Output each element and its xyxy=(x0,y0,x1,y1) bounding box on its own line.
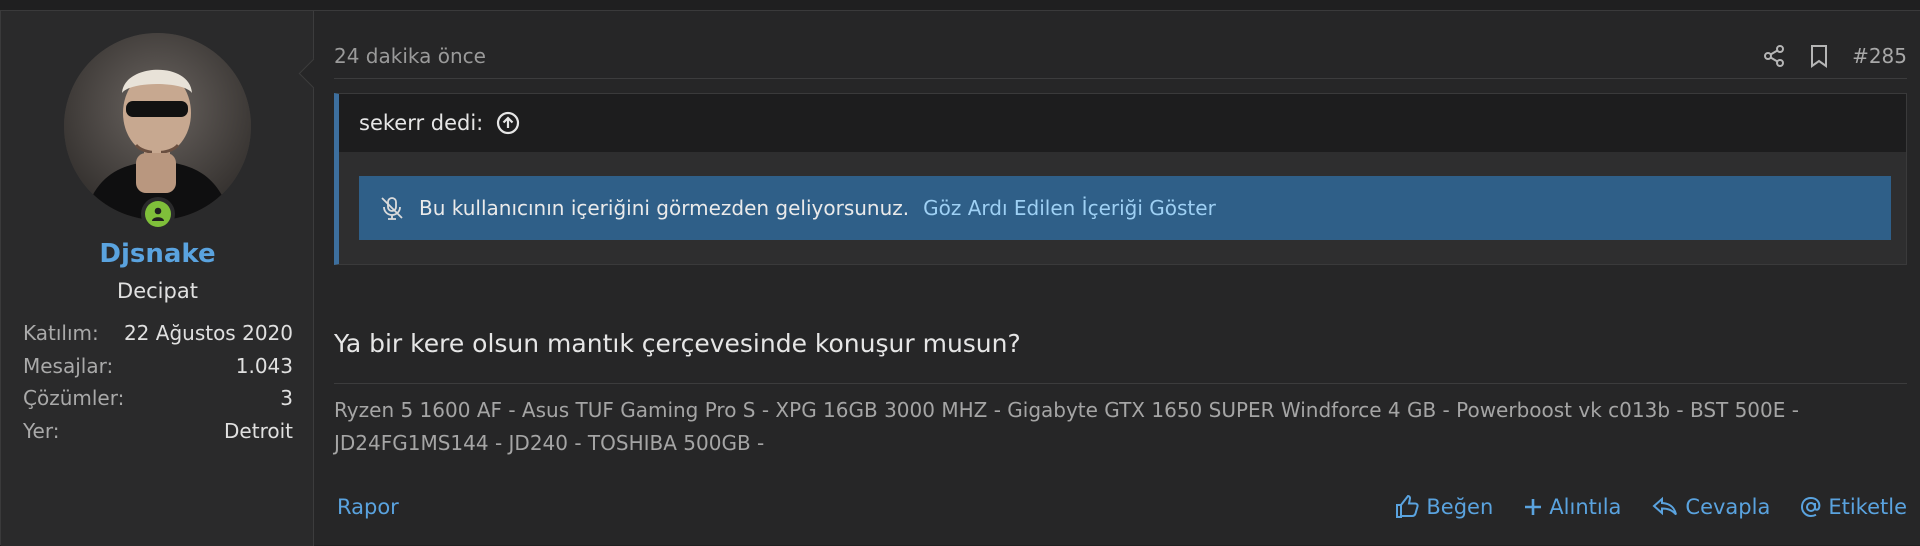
post-main: 24 dakika önce #285 sekerr dedi: Bu kull… xyxy=(334,11,1907,546)
like-label: Beğen xyxy=(1426,495,1494,519)
quote-block: sekerr dedi: Bu kullanıcının içeriğini g… xyxy=(334,93,1907,265)
stat-value: Detroit xyxy=(224,418,293,443)
ignored-content-notice: Bu kullanıcının içeriğini görmezden geli… xyxy=(359,176,1891,240)
stat-value: 22 Ağustos 2020 xyxy=(123,321,293,345)
show-ignored-link[interactable]: Göz Ardı Edilen İçeriği Göster xyxy=(923,196,1216,220)
online-indicator xyxy=(141,197,175,231)
tag-label: Etiketle xyxy=(1828,495,1907,519)
arrow-up-circle-icon[interactable] xyxy=(495,110,521,136)
ignored-text: Bu kullanıcının içeriğini görmezden geli… xyxy=(419,196,910,220)
stat-location: Yer: Detroit xyxy=(23,415,293,448)
quote-label: Alıntıla xyxy=(1549,495,1622,519)
reply-button[interactable]: Cevapla xyxy=(1651,494,1770,520)
stat-label: Yer: xyxy=(23,418,60,443)
quote-author[interactable]: sekerr dedi: xyxy=(359,111,483,135)
stat-label: Çözümler: xyxy=(23,386,125,410)
signature-line: Ryzen 5 1600 AF - Asus TUF Gaming Pro S … xyxy=(334,398,1799,422)
user-panel: Djsnake Decipat Katılım: 22 Ağustos 2020… xyxy=(1,11,314,546)
tag-button[interactable]: Etiketle xyxy=(1800,495,1907,519)
quote-header: sekerr dedi: xyxy=(339,94,1906,152)
muted-microphone-icon xyxy=(379,195,405,221)
message-post: Djsnake Decipat Katılım: 22 Ağustos 2020… xyxy=(0,10,1920,546)
stat-value: 1.043 xyxy=(235,353,293,378)
plus-icon xyxy=(1525,499,1542,515)
reply-icon xyxy=(1652,496,1678,516)
user-stats: Katılım: 22 Ağustos 2020 Mesajlar: 1.043… xyxy=(23,317,293,447)
stat-value: 3 xyxy=(280,386,293,410)
stat-messages: Mesajlar: 1.043 xyxy=(23,350,293,383)
signature-line: JD24FG1MS144 - JD240 - TOSHIBA 500GB - xyxy=(334,431,765,455)
share-icon[interactable] xyxy=(1762,44,1786,68)
stat-solutions: Çözümler: 3 xyxy=(23,382,293,415)
reply-label: Cevapla xyxy=(1685,495,1771,519)
post-time[interactable]: 24 dakika önce xyxy=(334,44,486,68)
avatar[interactable] xyxy=(64,33,251,220)
post-meta-actions: #285 xyxy=(1762,44,1907,68)
avatar-image xyxy=(64,33,251,220)
bookmark-icon[interactable] xyxy=(1808,44,1830,68)
username[interactable]: Djsnake xyxy=(1,239,314,269)
signature: Ryzen 5 1600 AF - Asus TUF Gaming Pro S … xyxy=(334,383,1907,460)
online-status-icon xyxy=(145,201,171,227)
report-link[interactable]: Rapor xyxy=(334,495,399,519)
footer-actions: Beğen Alıntıla Cevapla Etiketle xyxy=(1394,494,1907,520)
quote-button[interactable]: Alıntıla xyxy=(1523,495,1621,519)
post-body: Ya bir kere olsun mantık çerçevesinde ko… xyxy=(334,329,1021,358)
stat-label: Mesajlar: xyxy=(23,353,114,378)
post-footer: Rapor Beğen Alıntıla Cevapla Etiketle xyxy=(334,487,1907,527)
at-sign-icon xyxy=(1801,496,1821,518)
post-number[interactable]: #285 xyxy=(1852,44,1907,68)
post-meta: 24 dakika önce #285 xyxy=(334,33,1907,79)
user-title: Decipat xyxy=(117,279,198,303)
thumbs-up-icon xyxy=(1396,494,1419,518)
stat-joined: Katılım: 22 Ağustos 2020 xyxy=(23,317,293,350)
like-button[interactable]: Beğen xyxy=(1394,494,1493,520)
stat-label: Katılım: xyxy=(23,321,99,345)
